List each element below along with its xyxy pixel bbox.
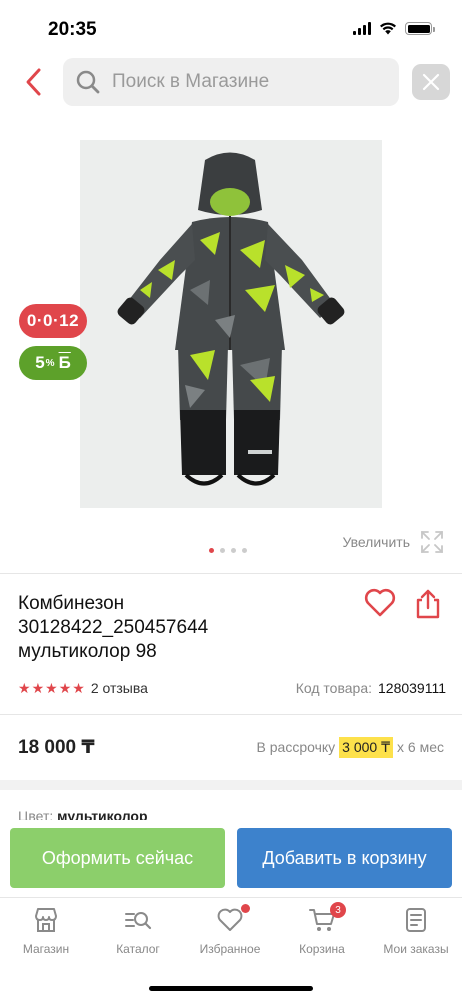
installment-suffix: x 6 мес (397, 739, 444, 755)
clear-search-button[interactable] (412, 64, 450, 100)
share-button[interactable] (414, 588, 442, 620)
star-icon: ★ (72, 680, 85, 696)
search-row (0, 58, 462, 106)
product-code-label: Код товара: (295, 680, 372, 696)
tab-catalog[interactable]: Каталог (92, 906, 184, 956)
search-icon (76, 70, 100, 94)
jumpsuit-image (117, 152, 345, 486)
tab-orders[interactable]: Мои заказы (370, 906, 462, 956)
tab-label: Избранное (199, 942, 261, 956)
bonus-percent-sign: % (45, 357, 55, 369)
divider (0, 714, 462, 715)
tab-label: Магазин (22, 942, 70, 956)
color-label: Цвет: (18, 808, 54, 820)
installment-prefix: В рассрочку (256, 739, 336, 755)
product-image[interactable] (80, 140, 382, 508)
tab-favorites[interactable]: Избранное (184, 904, 276, 956)
price: 18 000 ₸ (18, 736, 95, 758)
star-icon: ★ (18, 680, 31, 696)
tab-label: Мои заказы (383, 942, 449, 956)
expand-icon (421, 531, 443, 553)
gallery-dot[interactable] (231, 548, 236, 553)
zoom-button[interactable]: Увеличить (342, 530, 444, 554)
product-title: Комбинезон 30128422_250457644 мультиколо… (18, 593, 209, 662)
tab-store[interactable]: Магазин (0, 906, 92, 956)
reviews-link[interactable]: 2 отзыва (91, 680, 148, 696)
tab-label: Каталог (116, 942, 160, 956)
gallery-dot[interactable] (242, 548, 247, 553)
bonus-badge: 5% Б (19, 346, 87, 380)
back-button[interactable] (20, 66, 50, 98)
battery-icon (405, 22, 435, 35)
installment-info[interactable]: В рассрочку 3 000 ₸ x 6 мес (256, 736, 444, 758)
chevron-left-icon (26, 68, 41, 96)
price-row: 18 000 ₸ В рассрочку 3 000 ₸ x 6 мес (18, 735, 444, 759)
status-icons (353, 22, 435, 35)
section-separator (0, 780, 462, 790)
close-icon (422, 73, 440, 91)
search-input[interactable] (112, 71, 382, 93)
rating-stars[interactable]: ★ ★ ★ ★ ★ (18, 681, 85, 695)
share-icon (416, 589, 440, 619)
cart-count-badge: 3 (330, 902, 346, 918)
action-bar: Оформить сейчас Добавить в корзину (0, 828, 462, 888)
divider (0, 573, 462, 574)
status-time: 20:35 (48, 19, 97, 40)
gallery-dots (209, 548, 247, 553)
star-icon: ★ (31, 680, 45, 696)
add-to-cart-button[interactable]: Добавить в корзину (237, 828, 452, 888)
heart-outline-icon (364, 588, 396, 617)
installment-amount: 3 000 ₸ (339, 736, 394, 758)
home-indicator[interactable] (149, 986, 313, 991)
color-value: мультиколор (57, 808, 148, 820)
tab-label: Корзина (299, 942, 345, 956)
store-icon (32, 906, 60, 934)
heart-icon (216, 904, 250, 934)
wifi-icon (380, 22, 396, 35)
bonus-percent: 5 (35, 353, 45, 372)
installment-badge: 0·0·12 (19, 304, 87, 338)
cart-icon: 3 (308, 902, 346, 934)
zoom-label: Увеличить (342, 534, 410, 550)
cellular-signal-icon (353, 22, 371, 35)
notification-dot (241, 904, 250, 913)
tab-bar: Магазин Каталог Избранное 3 Корзина Мои … (0, 897, 462, 999)
bonus-letter: Б (58, 353, 71, 372)
favorite-button[interactable] (364, 588, 396, 618)
tab-cart[interactable]: 3 Корзина (276, 902, 368, 956)
product-code-value: 128039111 (378, 680, 446, 696)
star-icon: ★ (45, 680, 58, 696)
catalog-search-icon (124, 906, 152, 934)
star-icon: ★ (58, 680, 72, 696)
status-bar: 20:35 (0, 0, 462, 52)
buy-now-button[interactable]: Оформить сейчас (10, 828, 225, 888)
search-box[interactable] (63, 58, 399, 106)
gallery-dot[interactable] (209, 548, 214, 553)
color-row: Цвет: мультиколор (18, 808, 148, 820)
gallery-dot[interactable] (220, 548, 225, 553)
rating-row: ★ ★ ★ ★ ★ 2 отзыва Код товара: 128039111 (18, 678, 446, 698)
orders-icon (402, 906, 430, 934)
